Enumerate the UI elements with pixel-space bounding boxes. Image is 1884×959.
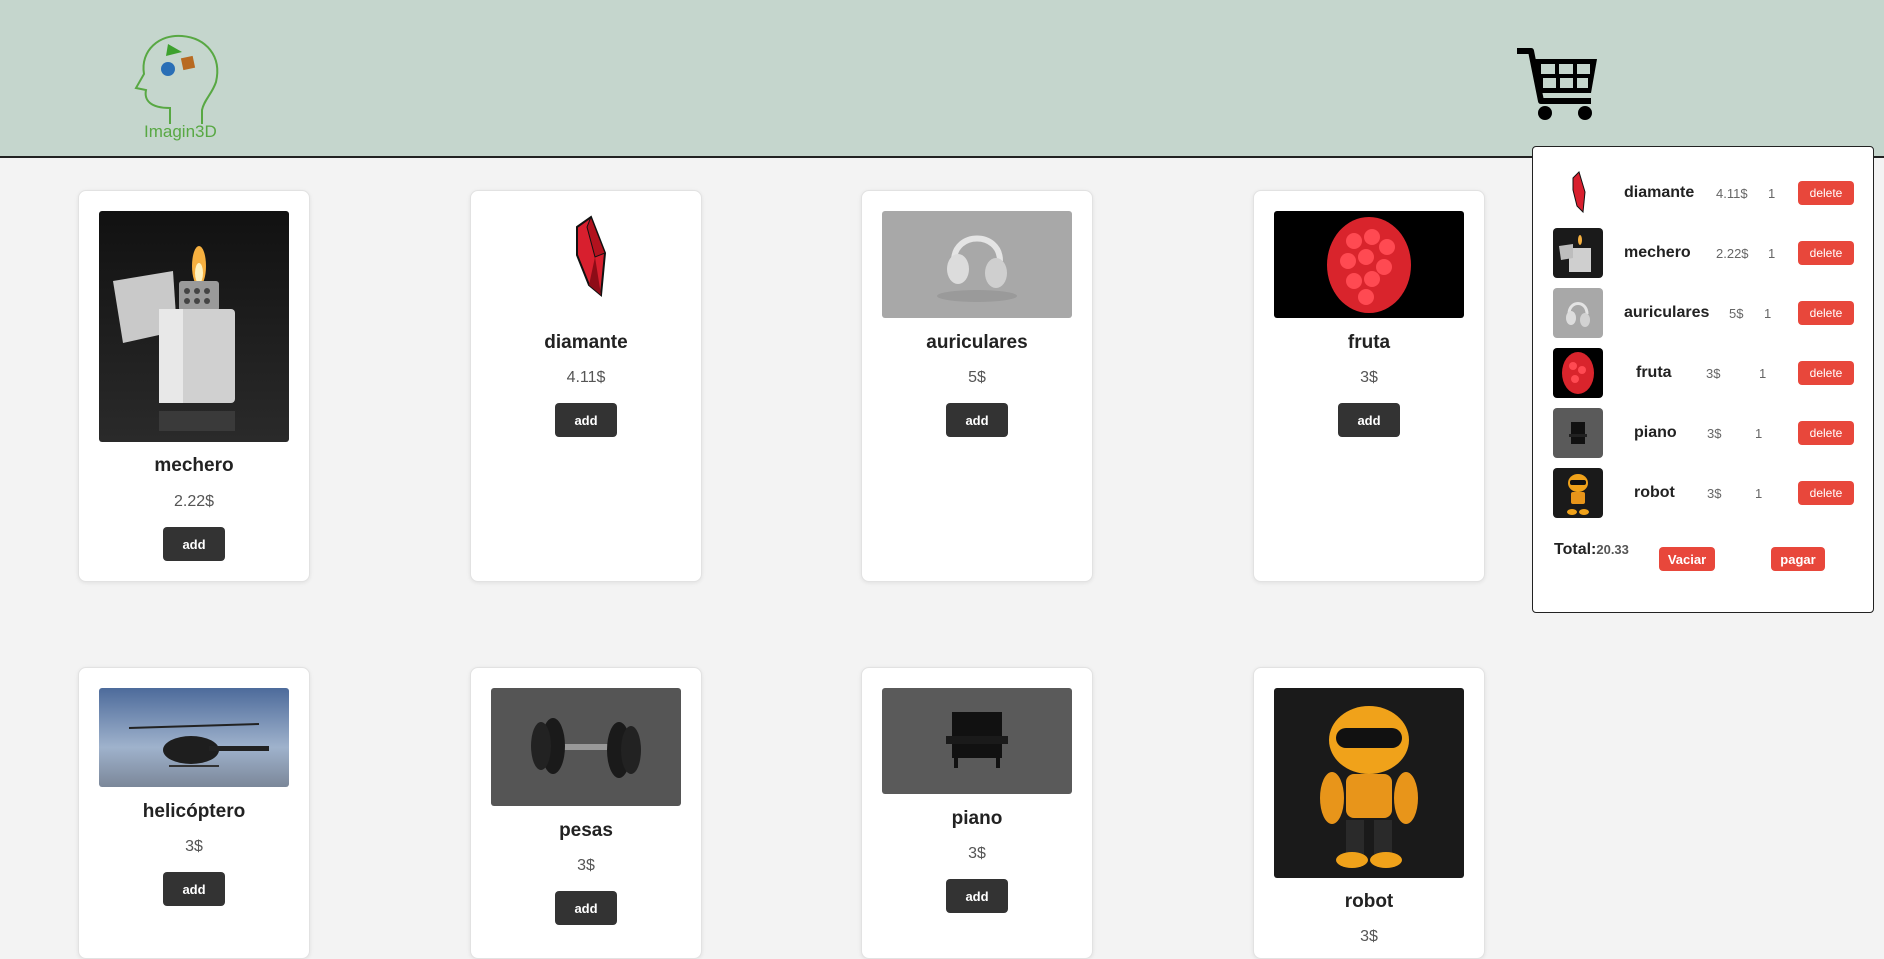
product-name: diamante: [544, 332, 628, 353]
product-price: 5$: [968, 369, 986, 386]
product-image-raspberry: [1274, 211, 1464, 318]
total-label: Total:: [1554, 541, 1597, 558]
cart-item-qty: 1: [1768, 246, 1776, 261]
product-name: auriculares: [926, 332, 1028, 353]
cart-item-qty: 1: [1764, 306, 1772, 321]
cart-row: robot 3$ 1 delete: [1533, 468, 1873, 518]
product-price: 3$: [968, 845, 986, 862]
cart-panel: diamante 4.11$ 1 delete mechero 2.22$ 1 …: [1532, 146, 1874, 613]
delete-button[interactable]: delete: [1798, 241, 1854, 265]
product-image-piano: [882, 688, 1072, 794]
product-name: mechero: [154, 455, 234, 476]
product-image-lighter: [99, 211, 289, 442]
add-button[interactable]: add: [555, 891, 617, 925]
product-name: pesas: [559, 820, 613, 841]
product-name: piano: [951, 808, 1003, 829]
site-header: Imagin3D: [0, 0, 1884, 158]
add-button[interactable]: add: [163, 872, 225, 906]
product-card-helicoptero: helicóptero 3$ add: [78, 667, 310, 959]
head-logo-icon: [134, 34, 219, 124]
cart-row: diamante 4.11$ 1 delete: [1533, 168, 1873, 218]
product-price: 3$: [577, 857, 595, 874]
product-name: fruta: [1347, 332, 1391, 353]
product-image-robot: [1274, 688, 1464, 878]
cart-item-name: piano: [1634, 424, 1677, 441]
cart-item-qty: 1: [1759, 366, 1767, 381]
add-button[interactable]: add: [946, 879, 1008, 913]
product-card-diamante: diamante 4.11$ add: [470, 190, 702, 582]
cart-item-price: 2.22$: [1716, 246, 1749, 261]
cart-thumb-diamond: [1553, 168, 1603, 218]
product-card-mechero: mechero 2.22$ add: [78, 190, 310, 582]
product-image-diamond: [491, 211, 681, 311]
cart-row: mechero 2.22$ 1 delete: [1533, 228, 1873, 278]
product-card-piano: piano 3$ add: [861, 667, 1093, 959]
product-price: 3$: [1360, 928, 1378, 945]
cart-item-price: 4.11$: [1716, 186, 1748, 201]
delete-button[interactable]: delete: [1798, 481, 1854, 505]
delete-button[interactable]: delete: [1798, 301, 1854, 325]
empty-cart-button[interactable]: Vaciar: [1659, 547, 1715, 571]
cart-item-name: mechero: [1624, 244, 1691, 261]
logo-text: Imagin3D: [144, 122, 217, 141]
cart-item-price: 5$: [1729, 306, 1744, 321]
cart-thumb-robot: [1553, 468, 1603, 518]
product-card-auriculares: auriculares 5$ add: [861, 190, 1093, 582]
cart-total: Total:20.33: [1554, 541, 1629, 559]
cart-item-name: fruta: [1636, 364, 1672, 381]
product-price: 2.22$: [173, 493, 215, 510]
product-card-pesas: pesas 3$ add: [470, 667, 702, 959]
cart-thumb-lighter: [1553, 228, 1603, 278]
add-button[interactable]: add: [946, 403, 1008, 437]
cart-item-price: 3$: [1707, 426, 1722, 441]
add-button[interactable]: add: [555, 403, 617, 437]
product-price: 3$: [1360, 369, 1378, 386]
product-card-robot: robot 3$: [1253, 667, 1485, 959]
cart-thumb-headphones: [1553, 288, 1603, 338]
cart-item-qty: 1: [1755, 426, 1763, 441]
delete-button[interactable]: delete: [1798, 421, 1854, 445]
cart-item-name: diamante: [1624, 184, 1695, 201]
cart-item-price: 3$: [1707, 486, 1722, 501]
product-price: 4.11$: [566, 369, 606, 386]
cart-item-qty: 1: [1768, 186, 1776, 201]
add-button[interactable]: add: [1338, 403, 1400, 437]
product-image-headphones: [882, 211, 1072, 318]
cart-row: auriculares 5$ 1 delete: [1533, 288, 1873, 338]
add-button[interactable]: add: [163, 527, 225, 561]
product-image-helicopter: [99, 688, 289, 787]
cart-thumb-piano: [1553, 408, 1603, 458]
cart-item-qty: 1: [1755, 486, 1763, 501]
cart-item-name: robot: [1634, 484, 1675, 501]
product-price: 3$: [185, 838, 203, 855]
pay-button[interactable]: pagar: [1771, 547, 1825, 571]
delete-button[interactable]: delete: [1798, 361, 1854, 385]
product-image-dumbbell: [491, 688, 681, 806]
cart-row: piano 3$ 1 delete: [1533, 408, 1873, 458]
cart-row: fruta 3$ 1 delete: [1533, 348, 1873, 398]
product-name: robot: [1344, 891, 1394, 912]
delete-button[interactable]: delete: [1798, 181, 1854, 205]
shopping-cart-icon[interactable]: [1515, 47, 1599, 123]
cart-thumb-raspberry: [1553, 348, 1603, 398]
logo[interactable]: Imagin3D: [130, 30, 226, 148]
cart-item-price: 3$: [1706, 366, 1721, 381]
product-name: helicóptero: [142, 801, 246, 822]
total-value: 20.33: [1596, 542, 1629, 557]
cart-item-name: auriculares: [1624, 304, 1710, 321]
product-card-fruta: fruta 3$ add: [1253, 190, 1485, 582]
